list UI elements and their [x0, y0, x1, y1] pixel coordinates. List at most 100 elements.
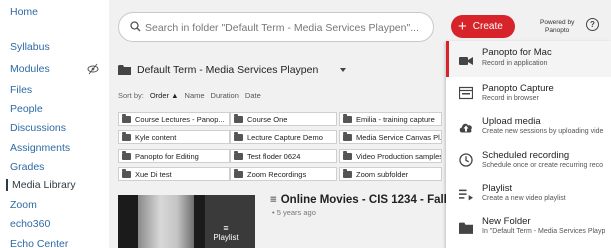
help-icon[interactable]: ?	[586, 18, 599, 31]
nav-syllabus[interactable]: Syllabus	[10, 41, 50, 53]
menu-item-title: Panopto for Mac	[482, 47, 552, 58]
subfolder-label: Course One	[247, 114, 288, 124]
menu-item-title: New Folder	[482, 216, 531, 227]
course-navigation: Home Syllabus Modules Files People Discu…	[0, 0, 109, 248]
subfolder-chip[interactable]: Emilia - training capture	[339, 112, 442, 126]
subfolder-chip[interactable]: Xue Di test	[118, 167, 230, 181]
menu-item-subtitle: Create new sessions by uploading vide	[482, 128, 604, 135]
nav-zoom[interactable]: Zoom	[10, 199, 37, 211]
menu-item-subtitle: In "Default Term - Media Services Playp	[482, 228, 606, 235]
subfolder-label: Lecture Capture Demo	[247, 132, 323, 142]
powered-by-label: Powered by	[540, 19, 575, 26]
camera-icon	[459, 57, 473, 65]
hidden-from-students-icon	[87, 62, 99, 75]
subfolder-chip[interactable]: Course One	[230, 112, 337, 126]
subfolder-chip[interactable]: Lecture Capture Demo	[230, 130, 337, 144]
nav-files[interactable]: Files	[10, 84, 32, 96]
folder-icon	[122, 168, 131, 178]
subfolder-label: Zoom Recordings	[247, 169, 307, 179]
nav-echo-center[interactable]: Echo Center	[10, 238, 68, 248]
menu-item-new-folder[interactable]: New Folder In "Default Term - Media Serv…	[446, 213, 611, 247]
nav-assignments[interactable]: Assignments	[10, 142, 70, 154]
panopto-brand: Panopto	[545, 27, 570, 34]
playlist-icon: ≡	[223, 223, 229, 233]
subfolder-label: Emilia - training capture	[356, 114, 435, 124]
session-thumbnail[interactable]: ≡ Playlist	[118, 195, 255, 248]
subfolder-chip[interactable]: Kyle content	[118, 130, 230, 144]
folder-title: Default Term - Media Services Playpen	[137, 64, 319, 76]
create-label: Create	[472, 21, 503, 32]
folder-icon	[343, 168, 352, 178]
playlist-badge: ≡ Playlist	[207, 223, 245, 243]
nav-home[interactable]: Home	[10, 6, 38, 18]
session-title[interactable]: ≡ Online Movies - CIS 1234 - Fall 2020	[270, 194, 476, 206]
folder-icon	[343, 131, 352, 141]
menu-item-title: Scheduled recording	[482, 150, 570, 161]
sort-duration[interactable]: Duration	[211, 91, 239, 100]
playlist-label: Playlist	[213, 233, 239, 242]
subfolder-label: Video Production samples	[356, 151, 442, 161]
folder-icon	[343, 113, 352, 123]
subfolder-label: Zoom subfolder	[356, 169, 409, 179]
chevron-down-icon[interactable]	[340, 68, 347, 72]
menu-item-subtitle: Record in browser	[482, 95, 539, 102]
menu-item-panopto-capture[interactable]: Panopto Capture Record in browser	[446, 81, 611, 111]
subfolder-chip[interactable]: Zoom Recordings	[230, 167, 337, 181]
plus-icon: +	[458, 18, 467, 35]
menu-item-subtitle: Record in application	[482, 60, 548, 67]
menu-item-subtitle: Schedule once or create recurring reco	[482, 162, 604, 169]
search-input[interactable]	[145, 19, 427, 36]
menu-item-subtitle: Create a new video playlist	[482, 195, 566, 202]
subfolder-chip[interactable]: Video Production samples	[339, 149, 442, 163]
folder-icon	[118, 65, 131, 75]
menu-item-title: Panopto Capture	[482, 83, 554, 94]
nav-people[interactable]: People	[10, 103, 43, 115]
menu-item-upload-media[interactable]: Upload media Create new sessions by uplo…	[446, 114, 611, 144]
menu-item-title: Playlist	[482, 183, 513, 194]
clock-icon	[459, 153, 473, 167]
sort-name[interactable]: Name	[185, 91, 205, 100]
browser-icon	[459, 86, 473, 100]
subfolder-label: Panopto for Editing	[135, 151, 199, 161]
panopto-frame: Default Term - Media Services Playpen So…	[109, 0, 611, 248]
folder-search[interactable]	[118, 12, 434, 42]
sort-label: Sort by:	[118, 91, 144, 100]
sort-date[interactable]: Date	[245, 91, 261, 100]
powered-by: Powered by Panopto	[540, 19, 574, 35]
menu-item-panopto-for-mac[interactable]: Panopto for Mac Record in application	[446, 41, 611, 77]
subfolder-chip[interactable]: Test floder 0624	[230, 149, 337, 163]
folder-icon	[234, 150, 243, 160]
create-button[interactable]: + Create	[451, 15, 515, 38]
folder-icon	[122, 150, 131, 160]
nav-modules[interactable]: Modules	[10, 63, 50, 75]
folder-icon	[343, 150, 352, 160]
folder-icon	[459, 222, 473, 234]
session-meta: • 5 years ago	[272, 208, 316, 217]
playlist-icon: ≡	[270, 194, 277, 206]
subfolder-chip[interactable]: Media Service Canvas Pl...	[339, 130, 442, 144]
subfolder-label: Media Service Canvas Pl...	[356, 132, 442, 142]
folder-icon	[122, 131, 131, 141]
playlist-icon	[459, 189, 473, 201]
menu-item-scheduled-recording[interactable]: Scheduled recording Schedule once or cre…	[446, 148, 611, 178]
sort-order[interactable]: Order ▲	[150, 91, 179, 100]
folder-icon	[234, 113, 243, 123]
nav-discussions[interactable]: Discussions	[10, 122, 66, 134]
subfolder-label: Kyle content	[135, 132, 177, 142]
folder-icon	[122, 113, 131, 123]
sort-bar: Sort by: Order ▲ Name Duration Date	[118, 91, 267, 100]
nav-echo360[interactable]: echo360	[10, 218, 50, 230]
nav-grades[interactable]: Grades	[10, 161, 44, 173]
subfolder-chip[interactable]: Course Lectures - Panop...	[118, 112, 230, 126]
subfolder-label: Test floder 0624	[247, 151, 301, 161]
menu-item-title: Upload media	[482, 116, 541, 127]
subfolder-chip[interactable]: Zoom subfolder	[339, 167, 442, 181]
menu-item-playlist[interactable]: Playlist Create a new video playlist	[446, 181, 611, 211]
folder-icon	[234, 131, 243, 141]
folder-header[interactable]: Default Term - Media Services Playpen	[118, 63, 347, 77]
subfolder-label: Course Lectures - Panop...	[135, 114, 225, 124]
subfolder-chip[interactable]: Panopto for Editing	[118, 149, 230, 163]
nav-media-library[interactable]: Media Library	[6, 179, 76, 191]
cloud-upload-icon	[459, 123, 472, 133]
thumbnail-image	[138, 195, 194, 248]
